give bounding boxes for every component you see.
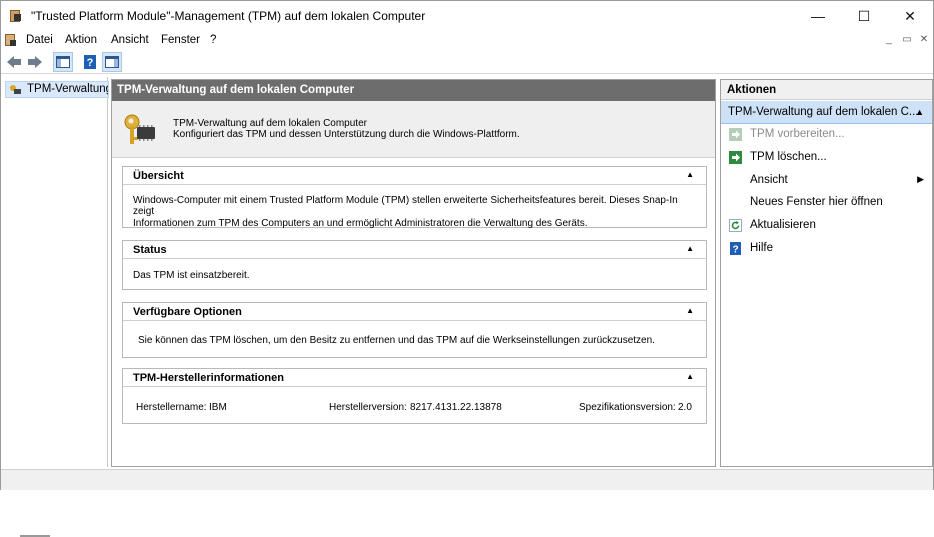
section-overview-body: Windows-Computer mit einem Trusted Platf… bbox=[123, 185, 706, 229]
action-label: Neues Fenster hier öffnen bbox=[750, 196, 883, 208]
action-tpm-vorbereiten[interactable]: TPM vorbereiten... bbox=[729, 128, 924, 146]
forward-button[interactable] bbox=[25, 52, 45, 72]
section-options-header[interactable]: Verfügbare Optionen ▲ bbox=[123, 303, 706, 321]
maximize-icon: ☐ bbox=[857, 7, 871, 24]
svg-text:?: ? bbox=[87, 57, 94, 69]
tpm-key-icon bbox=[10, 85, 21, 94]
result-pane-header: TPM-Verwaltung auf dem lokalen Computer bbox=[112, 80, 715, 101]
mmc-doc-icon[interactable] bbox=[4, 33, 18, 48]
status-text: Das TPM ist einsatzbereit. bbox=[133, 270, 250, 281]
section-options: Verfügbare Optionen ▲ Sie können das TPM… bbox=[122, 302, 707, 358]
title-bar: "Trusted Platform Module"-Management (TP… bbox=[1, 1, 933, 31]
green-arrow-icon bbox=[729, 128, 742, 141]
status-bar bbox=[1, 469, 933, 490]
help-icon: ? bbox=[730, 242, 741, 256]
back-arrow-icon bbox=[7, 56, 21, 68]
section-manufacturer-title: TPM-Herstellerinformationen bbox=[133, 372, 284, 384]
overview-text-line2: Informationen zum TPM des Computers an u… bbox=[133, 218, 588, 229]
help-icon: ? bbox=[84, 55, 96, 69]
manufacturer-name-value: IBM bbox=[209, 402, 227, 413]
minimize-icon: — bbox=[811, 8, 825, 24]
menu-datei[interactable]: Datei bbox=[26, 34, 53, 46]
manufacturer-version-label: Herstellerversion: bbox=[329, 402, 407, 413]
action-tpm-loeschen[interactable]: TPM löschen... bbox=[729, 151, 924, 169]
result-pane: TPM-Verwaltung auf dem lokalen Computer … bbox=[111, 79, 716, 467]
spec-version-value: 2.0 bbox=[678, 402, 692, 413]
action-neues-fenster[interactable]: Neues Fenster hier öffnen bbox=[729, 196, 924, 214]
forward-arrow-icon bbox=[28, 56, 42, 68]
menu-help[interactable]: ? bbox=[210, 34, 216, 46]
mmc-window: "Trusted Platform Module"-Management (TP… bbox=[0, 0, 934, 537]
console-tree: TPM-Verwaltung bbox=[2, 77, 109, 537]
section-manufacturer: TPM-Herstellerinformationen ▲ Hersteller… bbox=[122, 368, 707, 424]
menu-fenster[interactable]: Fenster bbox=[161, 34, 200, 46]
minimize-button[interactable]: — bbox=[795, 1, 841, 31]
refresh-icon bbox=[729, 219, 742, 232]
back-button[interactable] bbox=[4, 52, 24, 72]
tpm-key-large-icon bbox=[124, 114, 155, 144]
collapse-triangle-icon[interactable]: ▲ bbox=[915, 107, 924, 117]
spec-version-label: Spezifikationsversion: bbox=[579, 402, 676, 413]
action-label: Ansicht bbox=[750, 174, 788, 186]
tree-item-label: TPM-Verwaltung bbox=[27, 83, 109, 95]
collapse-caret-icon[interactable]: ▲ bbox=[686, 244, 694, 253]
section-manufacturer-body: Herstellername: IBM Herstellerversion: 8… bbox=[123, 387, 706, 423]
section-overview-header[interactable]: Übersicht ▲ bbox=[123, 167, 706, 185]
actions-pane: Aktionen TPM-Verwaltung auf dem lokalen … bbox=[720, 79, 933, 467]
svg-text:?: ? bbox=[732, 245, 738, 256]
intro-title: TPM-Verwaltung auf dem lokalen Computer bbox=[173, 118, 367, 129]
action-aktualisieren[interactable]: Aktualisieren bbox=[729, 219, 924, 237]
collapse-caret-icon[interactable]: ▲ bbox=[686, 372, 694, 381]
actions-header: Aktionen bbox=[721, 80, 932, 100]
section-overview-title: Übersicht bbox=[133, 170, 184, 182]
options-text: Sie können das TPM löschen, um den Besit… bbox=[138, 335, 655, 346]
submenu-arrow-icon: ▶ bbox=[917, 174, 924, 184]
child-restore-button[interactable]: ▭ bbox=[899, 34, 915, 45]
section-status: Status ▲ Das TPM ist einsatzbereit. bbox=[122, 240, 707, 290]
section-manufacturer-header[interactable]: TPM-Herstellerinformationen ▲ bbox=[123, 369, 706, 387]
action-label: Aktualisieren bbox=[750, 219, 816, 231]
show-hide-tree-icon bbox=[56, 56, 70, 68]
manufacturer-name-label: Herstellername: bbox=[136, 402, 207, 413]
child-close-button[interactable]: ✕ bbox=[916, 34, 932, 45]
intro-description: Konfiguriert das TPM und dessen Unterstü… bbox=[173, 129, 520, 140]
toolbar: ? bbox=[1, 50, 933, 74]
action-hilfe[interactable]: ? Hilfe bbox=[729, 242, 924, 260]
child-minimize-button[interactable]: _ bbox=[881, 34, 897, 45]
action-label: Hilfe bbox=[750, 242, 774, 254]
green-arrow-icon bbox=[729, 151, 742, 164]
overview-text-line1: Windows-Computer mit einem Trusted Platf… bbox=[133, 195, 678, 217]
window-title: "Trusted Platform Module"-Management (TP… bbox=[31, 9, 426, 23]
show-hide-action-pane-icon bbox=[105, 56, 119, 68]
menu-bar: Datei Aktion Ansicht Fenster ? _ ▭ ✕ bbox=[1, 31, 933, 50]
show-hide-tree-button[interactable] bbox=[53, 52, 73, 72]
actions-group-header[interactable]: TPM-Verwaltung auf dem lokalen C... ▲ bbox=[721, 101, 932, 124]
action-label: TPM vorbereiten... bbox=[750, 128, 845, 140]
tpm-app-icon bbox=[10, 10, 21, 22]
section-status-header[interactable]: Status ▲ bbox=[123, 241, 706, 259]
menu-aktion[interactable]: Aktion bbox=[65, 34, 97, 46]
maximize-button[interactable]: ☐ bbox=[841, 1, 887, 31]
close-button[interactable]: ✕ bbox=[887, 1, 933, 31]
collapse-caret-icon[interactable]: ▲ bbox=[686, 170, 694, 179]
section-status-title: Status bbox=[133, 244, 167, 256]
manufacturer-version-value: 8217.4131.22.13878 bbox=[410, 402, 502, 413]
help-toolbar-button[interactable]: ? bbox=[80, 52, 100, 72]
actions-group-title: TPM-Verwaltung auf dem lokalen C... bbox=[728, 106, 919, 118]
intro-panel: TPM-Verwaltung auf dem lokalen Computer … bbox=[112, 101, 715, 158]
action-label: TPM löschen... bbox=[750, 151, 827, 163]
tree-item-tpm-verwaltung[interactable]: TPM-Verwaltung bbox=[5, 81, 109, 98]
menu-ansicht[interactable]: Ansicht bbox=[111, 34, 149, 46]
section-options-title: Verfügbare Optionen bbox=[133, 306, 242, 318]
close-icon: ✕ bbox=[904, 7, 916, 24]
action-ansicht[interactable]: Ansicht ▶ bbox=[729, 174, 924, 192]
show-hide-action-pane-button[interactable] bbox=[102, 52, 122, 72]
collapse-caret-icon[interactable]: ▲ bbox=[686, 306, 694, 315]
section-overview: Übersicht ▲ Windows-Computer mit einem T… bbox=[122, 166, 707, 229]
